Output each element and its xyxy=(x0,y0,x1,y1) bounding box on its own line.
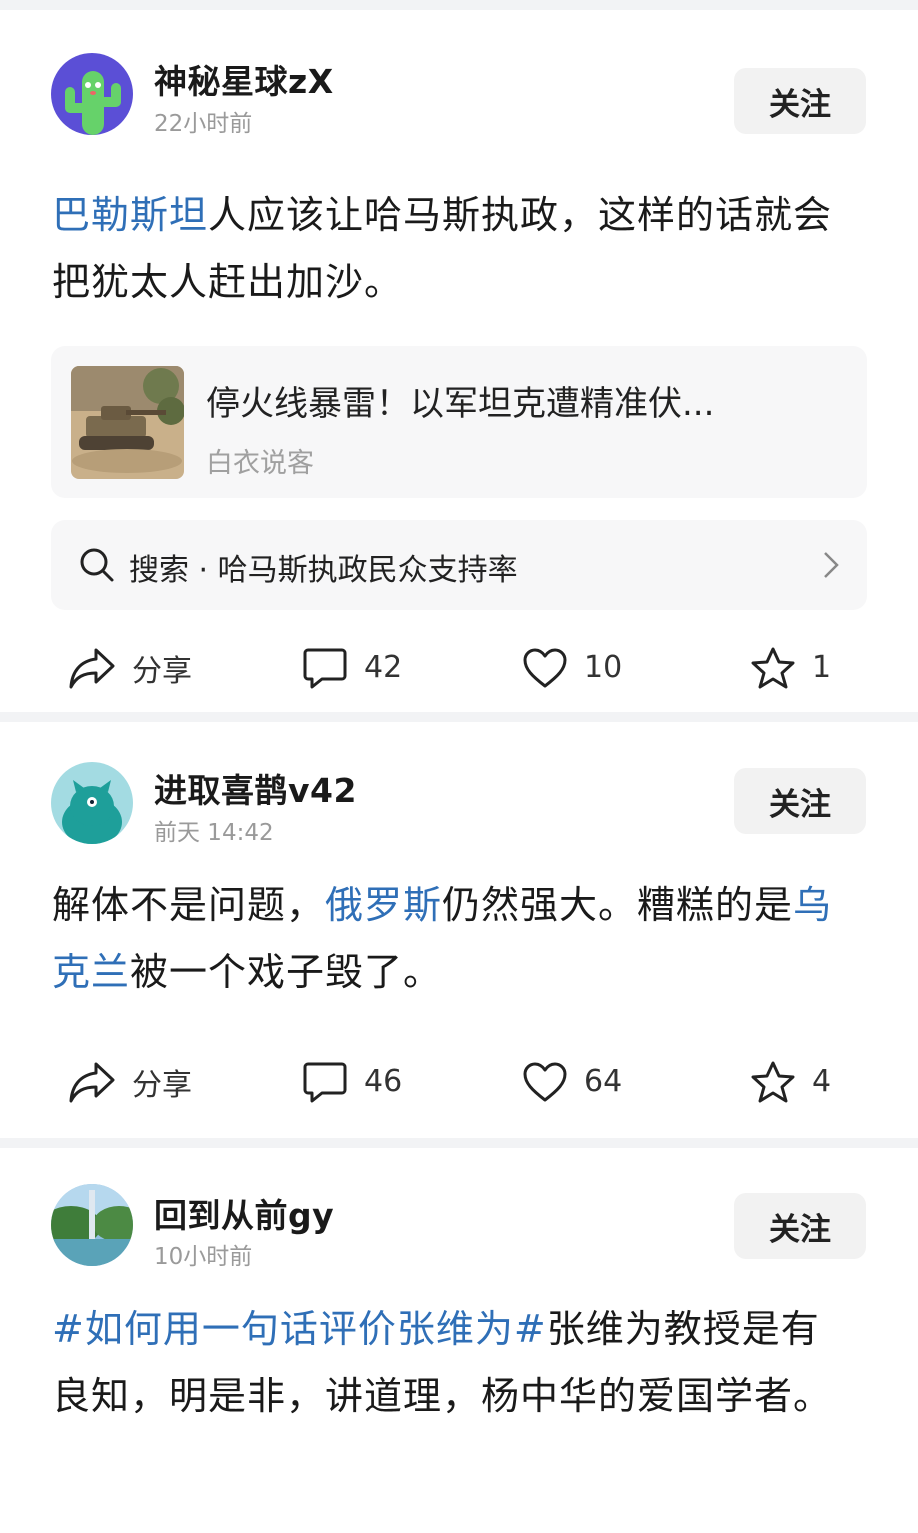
search-suggestion: 搜索 · 哈马斯执政民众支持率 xyxy=(129,553,518,588)
follow-button[interactable]: 关注 xyxy=(734,768,866,834)
post-actions: 分享 46 64 4 xyxy=(0,1024,918,1139)
avatar[interactable] xyxy=(51,762,133,844)
post-actions: 分享 42 10 1 xyxy=(0,610,918,725)
avatar[interactable] xyxy=(51,1184,133,1266)
like-count: 64 xyxy=(584,1064,623,1099)
like-button[interactable]: 64 xyxy=(522,1024,622,1139)
post-time: 前天 14:42 xyxy=(154,820,274,846)
comment-count: 46 xyxy=(364,1064,403,1099)
comment-button[interactable]: 42 xyxy=(302,610,402,725)
follow-button[interactable]: 关注 xyxy=(734,1193,866,1259)
post-content: #如何用一句话评价张维为#张维为教授是有良知，明是非，讲道理，杨中华的爱国学者。 xyxy=(0,1296,918,1430)
share-button[interactable]: 分享 xyxy=(68,1024,192,1139)
article-thumbnail xyxy=(71,366,184,479)
post-time: 10小时前 xyxy=(154,1244,253,1270)
heart-icon xyxy=(523,648,567,687)
search-icon xyxy=(80,548,114,582)
chevron-right-icon xyxy=(824,552,839,578)
username[interactable]: 回到从前gy xyxy=(154,1189,334,1237)
feed-post: 神秘星球zX 22小时前 关注 巴勒斯坦人应该让哈马斯执政，这样的话就会把犹太人… xyxy=(0,10,918,712)
hashtag-link[interactable]: #如何用一句话评价张维为# xyxy=(52,1307,547,1351)
feed-post: 回到从前gy 10小时前 关注 #如何用一句话评价张维为#张维为教授是有良知，明… xyxy=(0,1148,918,1533)
post-time: 22小时前 xyxy=(154,111,253,137)
post-text: 解体不是问题， xyxy=(52,883,326,927)
like-count: 10 xyxy=(584,650,623,685)
post-header: 进取喜鹊v42 前天 14:42 关注 xyxy=(0,722,918,872)
favorite-button[interactable]: 4 xyxy=(750,1024,831,1139)
username[interactable]: 进取喜鹊v42 xyxy=(154,764,357,812)
star-icon xyxy=(751,647,795,688)
share-label: 分享 xyxy=(132,1067,192,1103)
follow-button[interactable]: 关注 xyxy=(734,68,866,134)
post-text: 被一个戏子毁了。 xyxy=(130,950,443,994)
comment-icon xyxy=(303,648,347,688)
share-icon xyxy=(69,1062,115,1102)
top-spacer xyxy=(0,0,918,10)
favorite-count: 4 xyxy=(812,1064,832,1099)
share-label: 分享 xyxy=(132,653,192,689)
heart-icon xyxy=(523,1062,567,1101)
post-text: 仍然强大。糟糕的是 xyxy=(442,883,794,927)
feed-post: 进取喜鹊v42 前天 14:42 关注 解体不是问题，俄罗斯仍然强大。糟糕的是乌… xyxy=(0,722,918,1138)
comment-icon xyxy=(303,1062,347,1102)
comment-count: 42 xyxy=(364,650,403,685)
post-content: 巴勒斯坦人应该让哈马斯执政，这样的话就会把犹太人赶出加沙。 xyxy=(0,160,918,316)
share-icon xyxy=(69,648,115,688)
share-button[interactable]: 分享 xyxy=(68,610,192,725)
topic-link[interactable]: 俄罗斯 xyxy=(325,883,442,927)
comment-button[interactable]: 46 xyxy=(302,1024,402,1139)
favorite-button[interactable]: 1 xyxy=(750,610,831,725)
post-header: 回到从前gy 10小时前 关注 xyxy=(0,1148,918,1296)
post-header: 神秘星球zX 22小时前 关注 xyxy=(0,10,918,160)
article-title: 停火线暴雷！以军坦克遭精准伏... xyxy=(206,384,715,424)
linked-article-card[interactable]: 停火线暴雷！以军坦克遭精准伏... 白衣说客 xyxy=(51,346,867,498)
post-content: 解体不是问题，俄罗斯仍然强大。糟糕的是乌克兰被一个戏子毁了。 xyxy=(0,872,918,1006)
related-search-bar[interactable]: 搜索 · 哈马斯执政民众支持率 xyxy=(51,520,867,610)
article-source: 白衣说客 xyxy=(206,448,314,479)
star-icon xyxy=(751,1061,795,1102)
favorite-count: 1 xyxy=(812,650,832,685)
like-button[interactable]: 10 xyxy=(522,610,622,725)
topic-link[interactable]: 巴勒斯坦 xyxy=(52,193,208,237)
username[interactable]: 神秘星球zX xyxy=(154,55,334,103)
avatar[interactable] xyxy=(51,53,133,135)
